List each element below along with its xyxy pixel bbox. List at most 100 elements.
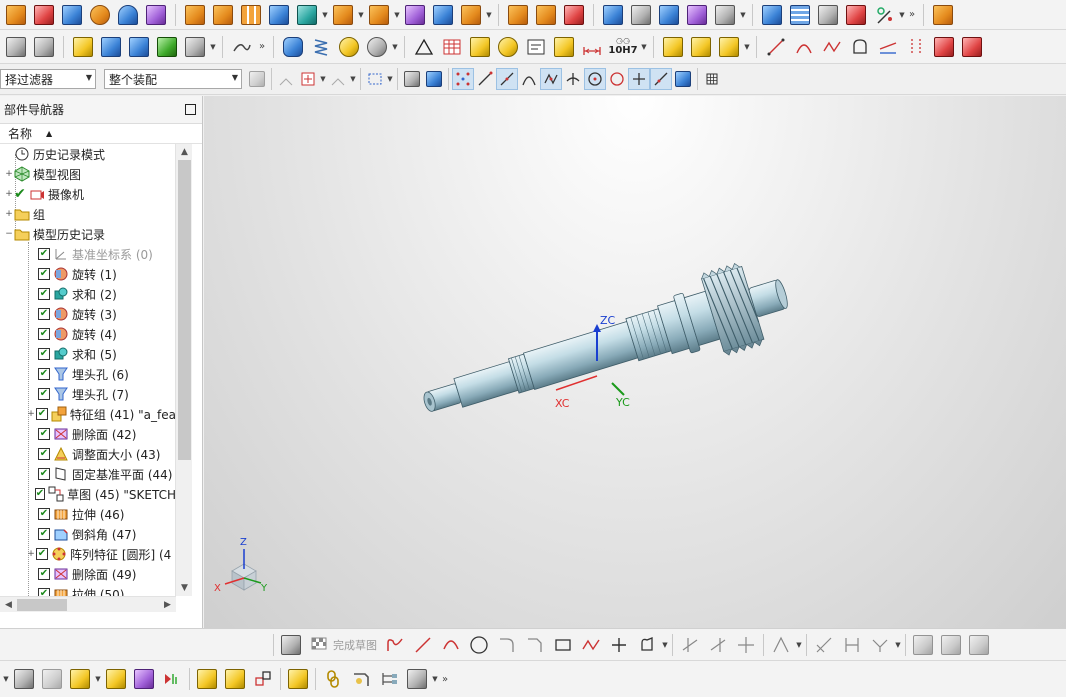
- pattern-button[interactable]: [237, 2, 265, 28]
- tree-item[interactable]: + 模型视图: [0, 164, 176, 184]
- snap-quadrant-button[interactable]: [606, 68, 628, 90]
- fit-tolerance-dropdown[interactable]: ▼: [640, 34, 648, 60]
- scroll-left-icon[interactable]: ◀: [0, 597, 17, 613]
- polygon-button[interactable]: [633, 632, 661, 658]
- pipe-route-button[interactable]: [347, 666, 375, 692]
- tree-item[interactable]: − 模型历史记录: [0, 224, 176, 244]
- replace-face-button[interactable]: [560, 2, 588, 28]
- visibility-checkbox[interactable]: ✔: [38, 528, 50, 540]
- rectangle-select-dropdown[interactable]: ▼: [386, 66, 394, 92]
- datum-sketch-button[interactable]: [466, 34, 494, 60]
- visibility-checkbox[interactable]: ✔: [36, 548, 48, 560]
- select-body-button[interactable]: [401, 68, 423, 90]
- rapid-dimension-button[interactable]: [838, 632, 866, 658]
- cylinder-button[interactable]: [86, 2, 114, 28]
- offset-curve-button[interactable]: [902, 34, 930, 60]
- offset-face-button[interactable]: [504, 2, 532, 28]
- rectangle-button[interactable]: [549, 632, 577, 658]
- assembly-sequence-button[interactable]: [284, 666, 312, 692]
- auto-constrain-button[interactable]: [866, 632, 894, 658]
- visibility-checkbox[interactable]: ✔: [34, 488, 46, 500]
- gear-dropdown[interactable]: ▼: [391, 34, 399, 60]
- note-button[interactable]: [522, 34, 550, 60]
- view-cube-button[interactable]: [711, 2, 739, 28]
- triangle-button[interactable]: [410, 34, 438, 60]
- subtract-dropdown[interactable]: ▼: [321, 2, 329, 28]
- sphere-button[interactable]: [142, 2, 170, 28]
- navigator-horizontal-scrollbar[interactable]: ◀ ▶: [0, 596, 176, 612]
- spring-button[interactable]: [279, 34, 307, 60]
- extrude-button[interactable]: [2, 2, 30, 28]
- text-dropdown[interactable]: ▼: [209, 34, 217, 60]
- visibility-checkbox[interactable]: ✔: [38, 288, 50, 300]
- show-all-button[interactable]: [153, 34, 181, 60]
- measure-button[interactable]: [870, 2, 898, 28]
- add-selection-button[interactable]: [297, 68, 319, 90]
- intersect-button[interactable]: [329, 2, 357, 28]
- tree-item[interactable]: 历史记录模式: [0, 144, 176, 164]
- tree-item[interactable]: ✔ 基准坐标系 (0): [0, 244, 176, 264]
- text-button[interactable]: [181, 34, 209, 60]
- visibility-checkbox[interactable]: ✔: [38, 268, 50, 280]
- shell-button[interactable]: [457, 2, 485, 28]
- visibility-checkbox[interactable]: ✔: [38, 468, 50, 480]
- visibility-checkbox[interactable]: ✔: [38, 348, 50, 360]
- collapse-icon[interactable]: −: [4, 229, 14, 239]
- tree-item[interactable]: ✔ 求和 (5): [0, 344, 176, 364]
- part-module-button[interactable]: [929, 2, 957, 28]
- assembly-navigator-button[interactable]: [10, 666, 38, 692]
- tree-item[interactable]: ✔ 调整面大小 (43): [0, 444, 176, 464]
- block-button[interactable]: [58, 2, 86, 28]
- snap-control-point-button[interactable]: [518, 68, 540, 90]
- infer-constraints-button[interactable]: [965, 632, 993, 658]
- assembly-tree-button[interactable]: [375, 666, 403, 692]
- explode-button[interactable]: [158, 666, 186, 692]
- tree-item[interactable]: ✔ 拉伸 (46): [0, 504, 176, 524]
- tree-item[interactable]: + ✔ 阵列特征 [圆形] (4: [0, 544, 176, 564]
- convert-reference-button[interactable]: [909, 632, 937, 658]
- subtract-button[interactable]: [293, 2, 321, 28]
- expand-icon[interactable]: +: [26, 409, 36, 419]
- add-selection-dropdown[interactable]: ▼: [319, 66, 327, 92]
- bridge-curve-button[interactable]: [846, 34, 874, 60]
- gear-button[interactable]: [363, 34, 391, 60]
- tree-item[interactable]: + 组: [0, 204, 176, 224]
- n-sided-button[interactable]: [842, 2, 870, 28]
- snap-midpoint-button[interactable]: [496, 68, 518, 90]
- sketch-arc-button[interactable]: [437, 632, 465, 658]
- trim-body-dropdown[interactable]: ▼: [393, 2, 401, 28]
- tree-item[interactable]: + ✔ 特征组 (41) "a_fea: [0, 404, 176, 424]
- bottom-toolbar-dropdown[interactable]: ▼: [2, 666, 10, 692]
- edge-blend-button[interactable]: [401, 2, 429, 28]
- component-array-button[interactable]: [221, 666, 249, 692]
- project-curve-button[interactable]: [874, 34, 902, 60]
- spline-button[interactable]: [818, 34, 846, 60]
- scroll-down-icon[interactable]: ▼: [176, 580, 193, 596]
- compression-spring-button[interactable]: [307, 34, 335, 60]
- edit-object-display-button[interactable]: [69, 34, 97, 60]
- auto-constrain-dropdown[interactable]: ▼: [894, 632, 902, 658]
- pull-face-button[interactable]: [627, 2, 655, 28]
- selection-filter-dropdown[interactable]: 择过滤器 ▼: [0, 69, 96, 89]
- move-to-layer-button[interactable]: [30, 34, 58, 60]
- navigator-vertical-scrollbar[interactable]: ▲ ▼: [175, 144, 192, 596]
- intersect-dropdown[interactable]: ▼: [357, 2, 365, 28]
- tree-item[interactable]: ✔ 删除面 (49): [0, 564, 176, 584]
- wave-link-button[interactable]: [193, 666, 221, 692]
- sketch-button[interactable]: [277, 632, 305, 658]
- polygon-dropdown[interactable]: ▼: [661, 632, 669, 658]
- fillet-button[interactable]: [493, 632, 521, 658]
- move-component-button[interactable]: [715, 34, 743, 60]
- model-canvas[interactable]: ZC XC YC Z X Y: [204, 96, 1066, 628]
- component-properties-dropdown[interactable]: ▼: [431, 666, 439, 692]
- scroll-up-icon[interactable]: ▲: [176, 144, 193, 160]
- cone-button[interactable]: [114, 2, 142, 28]
- view-triad[interactable]: Z X Y: [214, 537, 268, 594]
- alternate-solution-button[interactable]: [937, 632, 965, 658]
- table-button[interactable]: [438, 34, 466, 60]
- studio-spline-button[interactable]: [577, 632, 605, 658]
- chamfer-sketch-button[interactable]: [521, 632, 549, 658]
- reposition-button[interactable]: [102, 666, 130, 692]
- visibility-checkbox[interactable]: ✔: [38, 328, 50, 340]
- assembly-scope-dropdown[interactable]: 整个装配 ▼: [104, 69, 242, 89]
